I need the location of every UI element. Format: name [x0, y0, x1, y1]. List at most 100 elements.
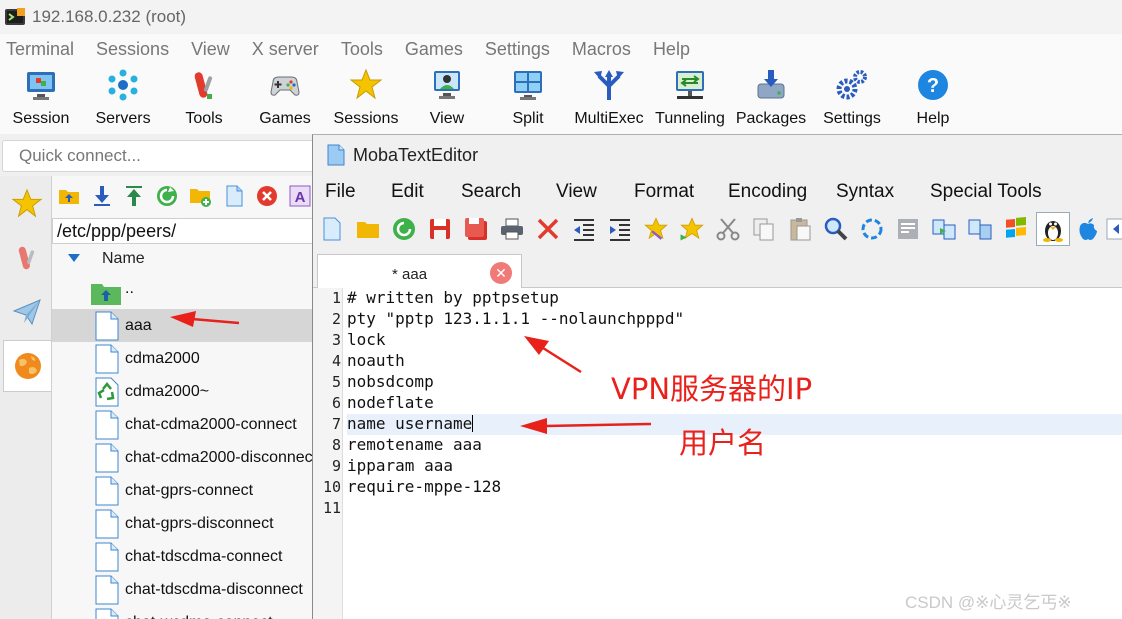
paste-icon[interactable] [787, 216, 813, 242]
sftp-file-row[interactable]: chat-gprs-disconnect [52, 507, 314, 540]
code-line[interactable] [347, 498, 1122, 519]
fork-arrows-icon [592, 68, 626, 102]
editor-menu-format[interactable]: Format [634, 181, 694, 203]
tab-sftp[interactable] [3, 340, 51, 392]
menu-help[interactable]: Help [653, 39, 690, 60]
editor-tab-aaa[interactable]: * aaa ✕ [317, 254, 522, 289]
editor-menu-edit[interactable]: Edit [391, 181, 424, 203]
mac-format-icon[interactable] [1075, 216, 1101, 242]
menu-games[interactable]: Games [405, 39, 463, 60]
sftp-file-row[interactable]: chat-cdma2000-connect [52, 408, 314, 441]
print-icon[interactable] [499, 216, 525, 242]
save-icon[interactable] [427, 216, 453, 242]
sync-files-icon[interactable] [967, 216, 993, 242]
view-button[interactable]: View [406, 66, 488, 132]
menu-sessions[interactable]: Sessions [96, 39, 169, 60]
next-bookmark-icon[interactable] [679, 216, 705, 242]
rename-button[interactable]: A [288, 184, 312, 208]
copy-icon[interactable] [751, 216, 777, 242]
sftp-file-row[interactable]: cdma2000 [52, 342, 314, 375]
bookmark-star-icon[interactable] [643, 216, 669, 242]
games-button[interactable]: Games [244, 66, 326, 132]
compare-icon[interactable] [931, 216, 957, 242]
sftp-file-row[interactable]: cdma2000~ [52, 375, 314, 408]
editor-menu-special-tools[interactable]: Special Tools [930, 181, 1042, 203]
refresh-button[interactable] [155, 184, 179, 208]
code-line[interactable]: pty "pptp 123.1.1.1 --nolaunchpppd" [347, 309, 1122, 330]
tunneling-button[interactable]: Tunneling [649, 66, 731, 132]
name-column-header[interactable]: Name [52, 246, 314, 272]
packages-button[interactable]: Packages [730, 66, 812, 132]
close-tab-icon[interactable]: ✕ [490, 262, 512, 284]
settings-button[interactable]: Settings [811, 66, 893, 132]
editor-menu-view[interactable]: View [556, 181, 597, 203]
indent-icon[interactable] [607, 216, 633, 242]
sftp-path-input[interactable]: /etc/ppp/peers/ [52, 218, 314, 244]
parent-folder-button[interactable] [57, 184, 81, 208]
tab-tools[interactable] [3, 232, 51, 284]
session-button[interactable]: Session [0, 66, 82, 132]
find-icon[interactable] [823, 216, 849, 242]
editor-toolbar [313, 211, 1122, 249]
file-icon [95, 344, 119, 374]
linux-format-icon[interactable] [1036, 212, 1070, 246]
multiexec-button[interactable]: MultiExec [568, 66, 650, 132]
tools-button[interactable]: Tools [163, 66, 245, 132]
sftp-file-row[interactable]: aaa [52, 309, 314, 342]
upload-button[interactable] [122, 184, 146, 208]
close-icon[interactable] [535, 216, 561, 242]
new-file-button[interactable] [222, 184, 246, 208]
gamepad-icon [268, 68, 302, 102]
menu-view[interactable]: View [191, 39, 230, 60]
editor-menu-search[interactable]: Search [461, 181, 521, 203]
menu-tools[interactable]: Tools [341, 39, 383, 60]
delete-button[interactable] [255, 184, 279, 208]
goto-line-icon[interactable] [895, 216, 921, 242]
sftp-browser-panel: A /etc/ppp/peers/ Name .. aaa cdma2000 cdma… [52, 176, 317, 619]
parent-folder-icon [90, 278, 122, 308]
editor-menu-encoding[interactable]: Encoding [728, 181, 807, 203]
reload-icon[interactable] [391, 216, 417, 242]
open-folder-icon[interactable] [355, 216, 381, 242]
quick-connect-input[interactable]: Quick connect... [2, 140, 314, 172]
servers-button[interactable]: Servers [82, 66, 164, 132]
code-line[interactable]: lock [347, 330, 1122, 351]
code-line-text: # written by pptpsetup [347, 288, 559, 307]
more-tools-icon[interactable] [1105, 216, 1122, 242]
annotation-username: 用户名 [679, 426, 767, 460]
tab-sessions[interactable] [3, 178, 51, 230]
sftp-file-name: aaa [125, 317, 152, 334]
file-icon [95, 443, 119, 473]
sftp-file-row[interactable]: chat-gprs-connect [52, 474, 314, 507]
menu-terminal[interactable]: Terminal [6, 39, 74, 60]
help-button[interactable]: ? Help [892, 66, 974, 132]
sessions-button[interactable]: Sessions [325, 66, 407, 132]
save-as-icon[interactable] [463, 216, 489, 242]
menu-macros[interactable]: Macros [572, 39, 631, 60]
sftp-file-row[interactable]: .. [52, 276, 314, 309]
editor-title-bar: MobaTextEditor [313, 135, 1122, 175]
sftp-file-name: chat-gprs-connect [125, 482, 254, 499]
sftp-file-row[interactable]: chat-cdma2000-disconnect [52, 441, 317, 474]
unindent-icon[interactable] [571, 216, 597, 242]
editor-menu-syntax[interactable]: Syntax [836, 181, 894, 203]
tunnel-monitor-icon [673, 68, 707, 102]
menu-x-server[interactable]: X server [252, 39, 319, 60]
find-replace-icon[interactable] [859, 216, 885, 242]
sftp-file-row[interactable]: chat-tdscdma-connect [52, 540, 314, 573]
code-line[interactable]: require-mppe-128 [347, 477, 1122, 498]
code-line-text: require-mppe-128 [347, 477, 502, 496]
sftp-file-row[interactable]: chat-wcdma-connect [52, 606, 314, 619]
new-document-icon[interactable] [319, 216, 345, 242]
code-line-text: name username [347, 414, 473, 433]
split-button[interactable]: Split [487, 66, 569, 132]
download-button[interactable] [90, 184, 114, 208]
code-line[interactable]: # written by pptpsetup [347, 288, 1122, 309]
sftp-file-row[interactable]: chat-tdscdma-disconnect [52, 573, 314, 606]
tab-macros[interactable] [3, 286, 51, 338]
editor-menu-file[interactable]: File [325, 181, 356, 203]
menu-settings[interactable]: Settings [485, 39, 550, 60]
windows-format-icon[interactable] [1003, 216, 1029, 242]
new-folder-button[interactable] [188, 184, 212, 208]
cut-icon[interactable] [715, 216, 741, 242]
